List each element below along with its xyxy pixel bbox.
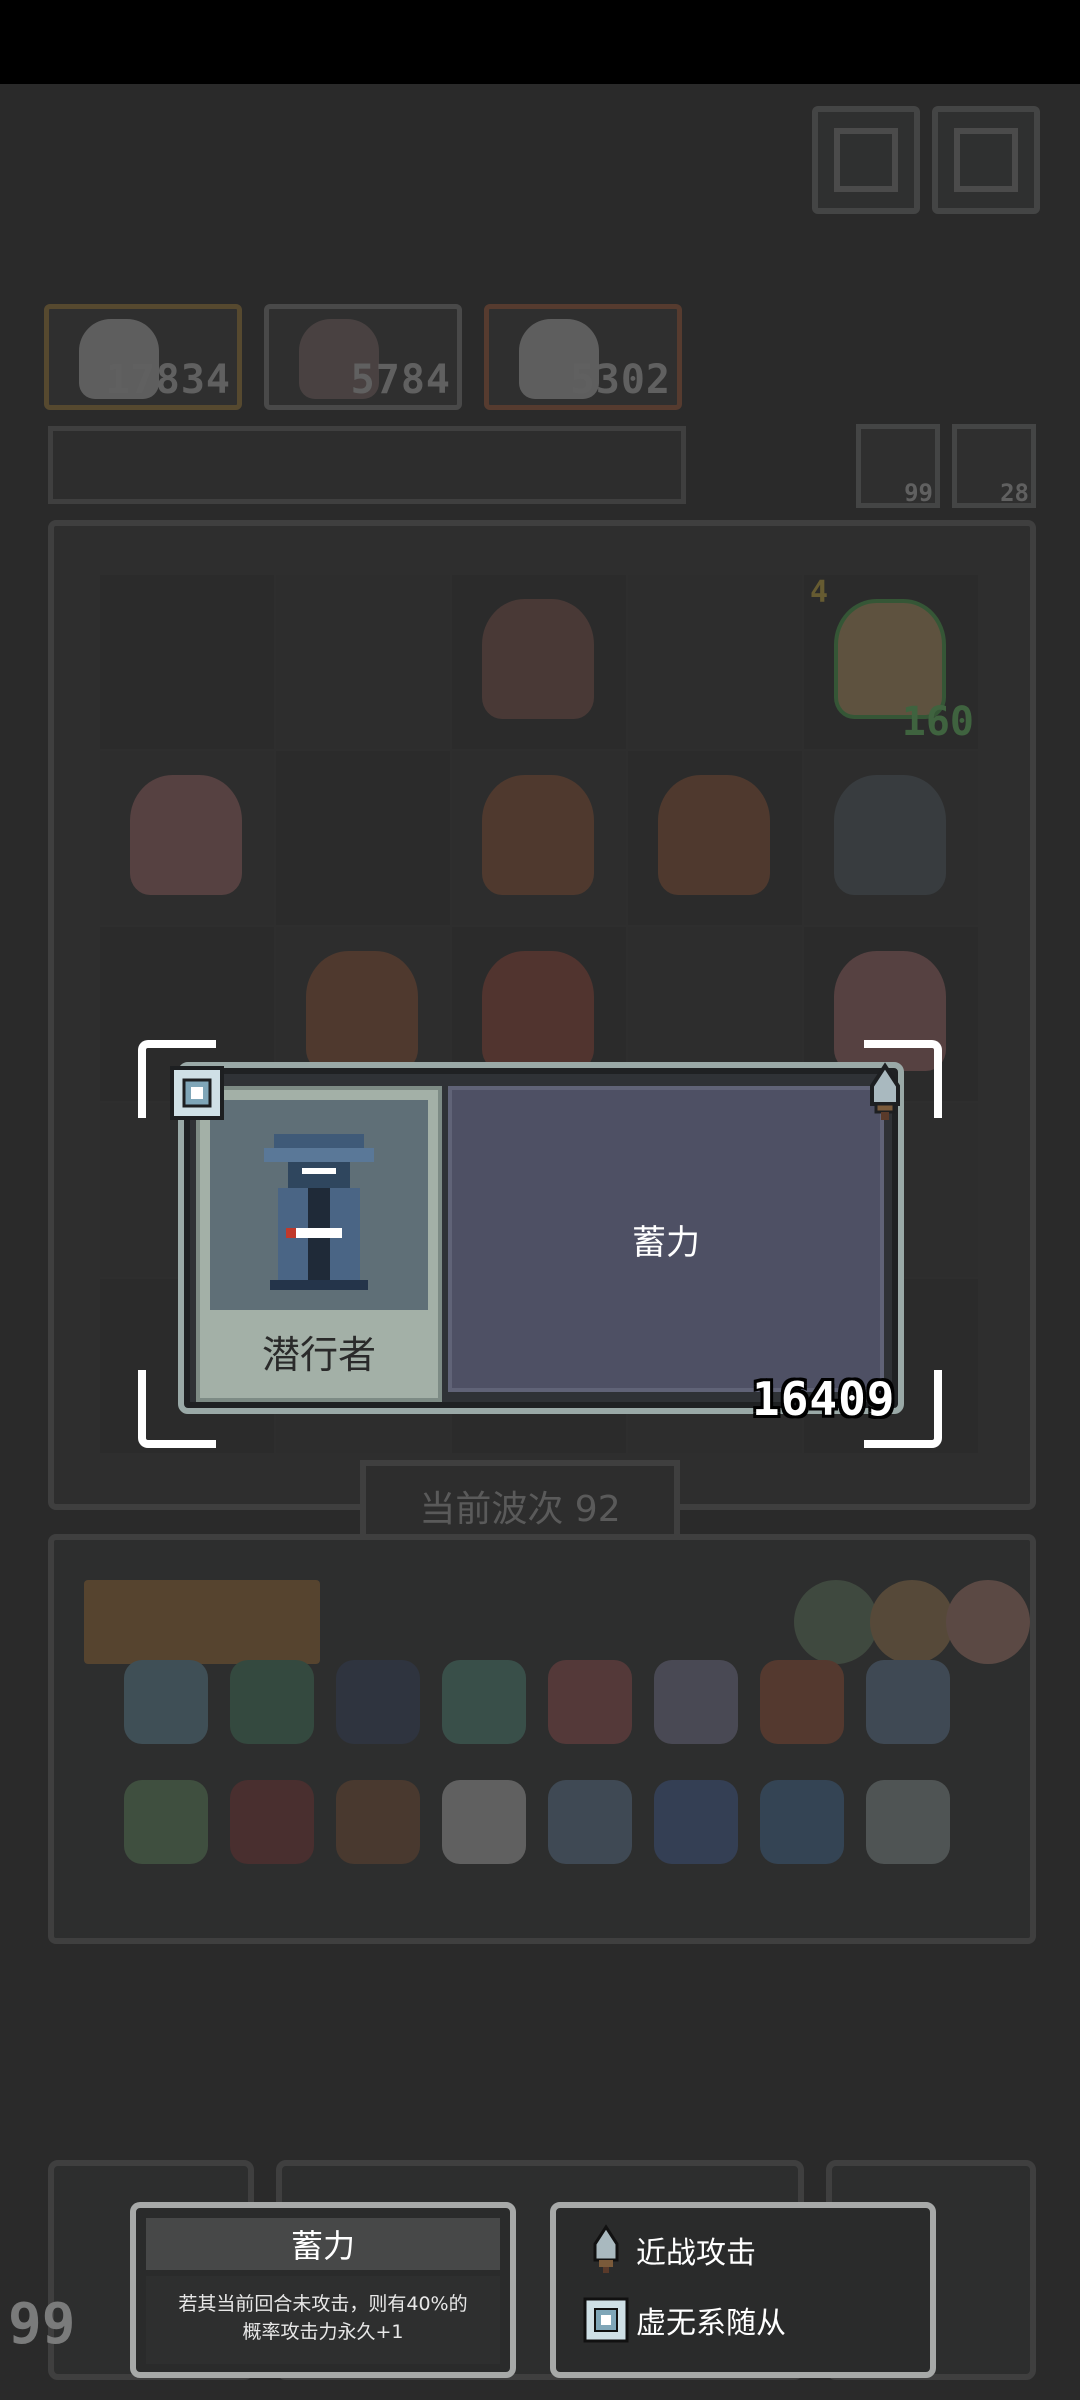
unit-description-area: 蓄力 [448, 1086, 884, 1392]
refresh-button[interactable]: 99 [856, 424, 940, 508]
help-button[interactable] [812, 106, 920, 214]
pumpkin-unit-icon [306, 951, 418, 1071]
cloud-icon[interactable] [442, 1780, 526, 1864]
skill-description-line1: 若其当前回合未攻击，则有40%的 [178, 2293, 468, 2315]
shield-icon[interactable] [336, 1660, 420, 1744]
chest-icon[interactable] [336, 1780, 420, 1864]
dragon-unit-icon [482, 951, 594, 1071]
unit-description-title: 蓄力 [632, 1222, 700, 1263]
void-crystal-icon [583, 2297, 629, 2343]
feather-icon[interactable] [760, 1660, 844, 1744]
skill-tooltip: 蓄力 若其当前回合未攻击，则有40%的 概率攻击力永久+1 [130, 2202, 516, 2378]
settings-button[interactable] [932, 106, 1040, 214]
unit-power-value: 16409 [752, 1372, 896, 1426]
key-count: 28 [1000, 479, 1029, 507]
skill-description-line2: 概率攻击力永久+1 [242, 2321, 404, 2343]
enemy-counter-1: 17834 [105, 357, 231, 403]
pumpkin-unit-icon [482, 775, 594, 895]
void-crystal-icon [170, 1066, 224, 1120]
board-cell[interactable] [804, 751, 978, 925]
portrait-background [210, 1100, 428, 1310]
board-cell[interactable] [100, 575, 274, 749]
dagger-icon [870, 1062, 900, 1120]
jar-icon[interactable] [760, 1780, 844, 1864]
syringe-icon[interactable] [548, 1660, 632, 1744]
unit-name: 潜行者 [261, 1333, 376, 1377]
armor-icon[interactable] [654, 1780, 738, 1864]
bat-demon-unit-icon [130, 775, 242, 895]
card-icon[interactable] [160, 1580, 244, 1664]
potion-icon[interactable] [124, 1780, 208, 1864]
skill-title: 蓄力 [146, 2218, 500, 2270]
enemy-counter-2: 5784 [350, 357, 451, 403]
card-icon[interactable] [84, 1580, 168, 1664]
key-button[interactable]: 28 [952, 424, 1036, 508]
unit-power: 160 [901, 699, 974, 745]
bear-unit-icon [482, 599, 594, 719]
enemy-card-2[interactable]: 5784 [264, 304, 462, 410]
ticket-icon[interactable] [866, 1660, 950, 1744]
board-cell[interactable] [276, 751, 450, 925]
corner-counter: 99 [8, 2292, 76, 2357]
refresh-count: 99 [904, 479, 933, 507]
trait-melee: 近战攻击 [636, 2236, 756, 2271]
board-cell[interactable] [100, 751, 274, 925]
pumpkin-unit-icon [658, 775, 770, 895]
stalker-portrait-icon [264, 1134, 374, 1290]
board-cell[interactable]: 4 160 [804, 575, 978, 749]
ring-icon[interactable] [870, 1580, 954, 1664]
enemy-counter-3: 5302 [570, 357, 671, 403]
board-cell[interactable] [276, 575, 450, 749]
dagger-icon [593, 2224, 619, 2273]
enemy-card-1[interactable]: 17834 [44, 304, 242, 410]
progress-bar [48, 426, 686, 504]
trait-void: 虚无系随从 [636, 2306, 786, 2341]
item-shop-panel [48, 1534, 1036, 1944]
scroll-icon[interactable] [124, 1660, 208, 1744]
board-cell[interactable] [452, 575, 626, 749]
stalker-unit-icon [834, 775, 946, 895]
bandage-icon[interactable] [866, 1780, 950, 1864]
skill-description: 若其当前回合未攻击，则有40%的 概率攻击力永久+1 [146, 2276, 500, 2364]
crown-icon[interactable] [654, 1660, 738, 1744]
board-cell[interactable] [628, 575, 802, 749]
unit-level: 4 [810, 575, 829, 610]
shell-icon[interactable] [230, 1660, 314, 1744]
dna-icon[interactable] [230, 1780, 314, 1864]
status-bar [0, 0, 1080, 84]
crystal-ball-icon[interactable] [442, 1660, 526, 1744]
board-cell[interactable] [452, 751, 626, 925]
board-cell[interactable] [628, 751, 802, 925]
ring-icon[interactable] [946, 1580, 1030, 1664]
card-icon[interactable] [236, 1580, 320, 1664]
molecule-icon[interactable] [548, 1780, 632, 1864]
unit-portrait: 潜行者 [196, 1086, 442, 1402]
traits-tooltip: 近战攻击 虚无系随从 [550, 2202, 936, 2378]
ring-icon[interactable] [794, 1580, 878, 1664]
enemy-card-3[interactable]: 5302 [484, 304, 682, 410]
